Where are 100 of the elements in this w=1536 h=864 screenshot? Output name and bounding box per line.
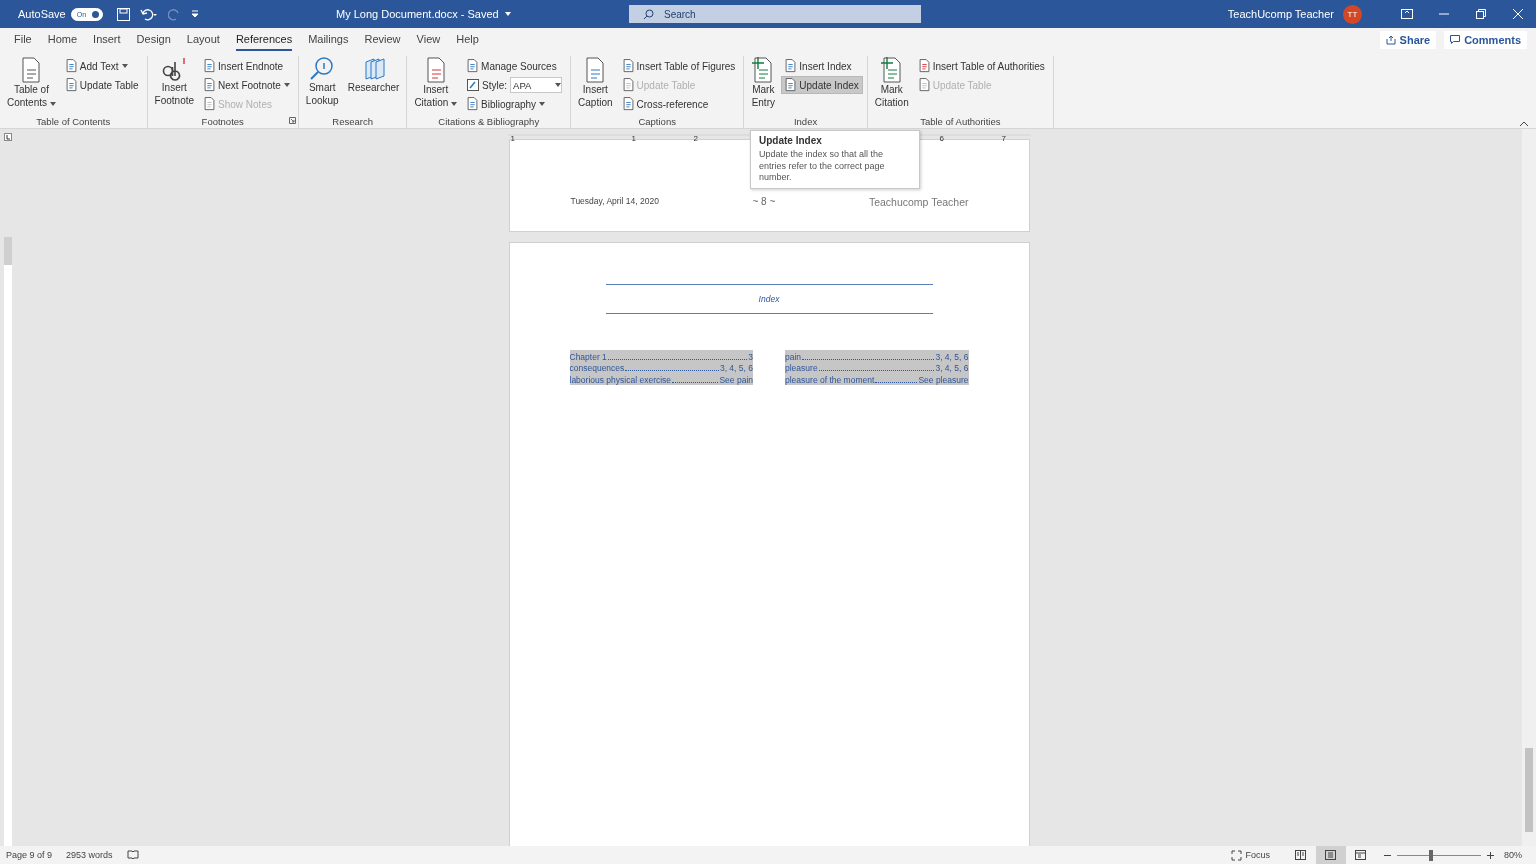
footer-author: Teachucomp Teacher bbox=[868, 196, 969, 208]
read-mode-icon bbox=[1295, 850, 1307, 860]
ribbon-tab[interactable]: Design bbox=[136, 29, 171, 51]
zoom-in-icon[interactable] bbox=[1487, 851, 1494, 859]
ribbon-tab[interactable]: View bbox=[416, 29, 441, 51]
search-icon bbox=[309, 56, 336, 82]
ribbon-tab[interactable]: Help bbox=[456, 29, 479, 51]
share-icon bbox=[1385, 35, 1396, 45]
caret-icon bbox=[539, 102, 546, 106]
tooltip-title: Update Index bbox=[759, 135, 823, 146]
ribbon-tab[interactable]: Review bbox=[364, 29, 401, 51]
user-name: TeachUcomp Teacher bbox=[1227, 8, 1334, 20]
ribbon-button[interactable]: Update Table bbox=[61, 76, 143, 94]
vertical-scrollbar[interactable] bbox=[1522, 129, 1536, 846]
ribbon-button[interactable]: Mark Citation bbox=[871, 56, 912, 114]
ribbon-button[interactable]: Update Index bbox=[781, 76, 863, 94]
zoom-level[interactable]: 80% bbox=[1504, 850, 1522, 860]
close-icon bbox=[1512, 9, 1523, 19]
ribbon-button[interactable]: Manage Sources bbox=[463, 57, 567, 75]
group-label: Footnotes bbox=[201, 115, 244, 127]
ribbon-button[interactable]: Bibliography bbox=[463, 95, 567, 113]
user-avatar[interactable]: TT bbox=[1343, 4, 1362, 24]
view-button[interactable] bbox=[1316, 846, 1346, 864]
ribbon-button[interactable]: Smart Lookup bbox=[302, 56, 342, 114]
focus-icon bbox=[1231, 849, 1243, 861]
caret-icon bbox=[49, 101, 56, 106]
ruler-number: 1 bbox=[510, 134, 515, 143]
style-icon bbox=[467, 79, 480, 91]
document-icon bbox=[918, 59, 930, 73]
ribbon-button[interactable]: Insert Table of Figures bbox=[618, 57, 740, 75]
ribbon-button[interactable]: Insert Citation bbox=[411, 56, 461, 114]
group-label: Table of Contents bbox=[36, 115, 111, 127]
document-icon bbox=[65, 59, 77, 73]
tab-selector-icon[interactable] bbox=[4, 133, 12, 141]
document-icon bbox=[467, 59, 479, 73]
page-count: Page 9 of 9 bbox=[6, 850, 53, 860]
group-label: Index bbox=[793, 115, 818, 127]
ruler-number: 2 bbox=[693, 134, 698, 143]
ruler-number: 7 bbox=[1001, 134, 1006, 143]
ribbon-button[interactable]: Add Text bbox=[61, 57, 143, 75]
group-label: Captions bbox=[638, 115, 676, 127]
ribbon-tab[interactable]: Layout bbox=[186, 29, 220, 51]
ribbon-button[interactable]: Insert Caption bbox=[575, 56, 616, 114]
tooltip-text: Update the index so that all the entries refer to the correct page number. bbox=[759, 149, 886, 184]
ribbon-button[interactable]: Table of Contents bbox=[4, 56, 59, 114]
footer-date: Tuesday, April 14, 2020 bbox=[570, 196, 659, 206]
dialog-launcher-icon[interactable] bbox=[288, 117, 296, 124]
style-dropdown[interactable]: APA bbox=[510, 77, 563, 93]
ribbon-button[interactable]: Insert Footnote bbox=[151, 56, 198, 114]
collapse-ribbon-icon[interactable] bbox=[1520, 121, 1528, 126]
ribbon-tab[interactable]: File bbox=[14, 29, 32, 51]
focus-button[interactable]: Focus bbox=[1231, 849, 1270, 861]
ruler-number: 6 bbox=[939, 134, 944, 143]
minimize-icon bbox=[1438, 13, 1449, 15]
undo-icon[interactable] bbox=[139, 7, 158, 21]
document-icon bbox=[204, 78, 216, 92]
ruler-number: 1 bbox=[631, 134, 636, 143]
book-icon[interactable] bbox=[126, 850, 139, 860]
document-icon bbox=[785, 78, 797, 92]
share-button[interactable]: Share bbox=[1379, 31, 1437, 49]
index-entry: Chapter 1 3 bbox=[569, 350, 753, 362]
index-heading: Index bbox=[758, 294, 780, 304]
ribbon-button[interactable]: Mark Entry bbox=[748, 56, 779, 114]
document-icon bbox=[467, 97, 479, 111]
document-icon bbox=[785, 59, 797, 73]
document-title: My Long Document.docx - Saved bbox=[336, 8, 499, 20]
document-icon bbox=[622, 59, 634, 73]
ribbon-button[interactable]: Insert Endnote bbox=[200, 57, 294, 75]
index-entry: pleasure of the moment See pleasure bbox=[785, 373, 969, 385]
comments-button[interactable]: Comments bbox=[1444, 31, 1527, 49]
index-entry: pain 3, 4, 5, 6 bbox=[785, 350, 969, 362]
customize-icon[interactable] bbox=[190, 10, 199, 18]
caret-icon bbox=[555, 83, 562, 87]
save-icon[interactable] bbox=[116, 7, 130, 21]
ribbon-button[interactable]: Insert Table of Authorities bbox=[914, 57, 1049, 75]
group-label: Citations & Bibliography bbox=[438, 115, 540, 127]
document-icon bbox=[622, 78, 634, 92]
ribbon-tab[interactable]: Insert bbox=[93, 29, 121, 51]
search-field[interactable]: Search bbox=[629, 5, 921, 23]
caret-icon bbox=[451, 101, 458, 106]
ribbon-display-icon bbox=[1400, 9, 1413, 19]
style-selector[interactable]: Style: APA bbox=[463, 76, 567, 94]
page-number: ~ 8 ~ bbox=[752, 196, 776, 207]
word-count: 2953 words bbox=[66, 850, 113, 860]
group-label: Table of Authorities bbox=[920, 115, 1001, 127]
ribbon-tab[interactable]: Mailings bbox=[308, 29, 349, 51]
comment-icon bbox=[1450, 35, 1461, 45]
index-entry: laborious physical exercise See pain bbox=[569, 373, 753, 385]
autosave-label: AutoSave bbox=[18, 8, 66, 20]
search-icon bbox=[643, 8, 654, 20]
document-icon bbox=[622, 97, 634, 111]
ribbon-tab[interactable]: Home bbox=[47, 29, 78, 51]
ribbon-button[interactable]: Next Footnote bbox=[200, 76, 294, 94]
caret-icon bbox=[283, 83, 290, 87]
document-icon bbox=[879, 56, 904, 84]
caret-icon bbox=[504, 12, 511, 16]
ribbon-button[interactable]: Cross-reference bbox=[618, 95, 740, 113]
ribbon-button[interactable]: Insert Index bbox=[781, 57, 863, 75]
document-icon bbox=[204, 97, 216, 111]
ribbon-button[interactable]: Researcher bbox=[344, 56, 403, 114]
